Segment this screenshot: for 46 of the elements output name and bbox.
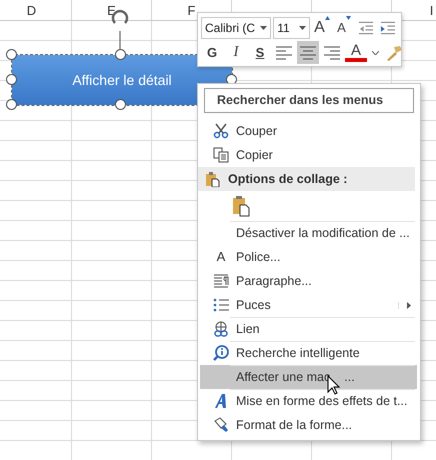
font-icon: A <box>216 247 226 267</box>
menu-item[interactable]: A Police... <box>200 245 417 269</box>
scissors-icon <box>213 123 229 139</box>
align-left-icon <box>275 44 293 60</box>
indent-icon <box>380 20 396 36</box>
grow-font-button[interactable]: A <box>312 16 332 39</box>
resize-handle[interactable] <box>6 99 17 110</box>
font-size-field[interactable]: 11 <box>273 16 310 38</box>
resize-handle[interactable] <box>6 49 17 60</box>
submenu-arrow-icon <box>407 302 411 308</box>
resize-handle[interactable] <box>6 74 17 85</box>
paint-shape-icon <box>213 417 229 433</box>
caret-icon <box>299 26 306 30</box>
shrink-font-button[interactable]: A <box>334 16 354 39</box>
align-center-button[interactable] <box>297 41 319 64</box>
search-field[interactable]: Rechercher dans les menus <box>204 88 414 113</box>
caret-icon <box>260 26 268 30</box>
align-center-icon <box>299 44 317 60</box>
menu-item[interactable]: Puces <box>200 293 417 317</box>
copy-icon <box>213 147 229 163</box>
section-header: Options de collage : <box>228 170 348 188</box>
menu-item[interactable]: Couper <box>200 119 417 143</box>
bullets-icon <box>213 297 229 313</box>
clipboard-icon <box>232 195 250 217</box>
column-header[interactable]: D <box>26 3 36 18</box>
resize-handle[interactable] <box>115 49 126 60</box>
font-color-button[interactable]: A <box>345 43 367 62</box>
menu-item[interactable]: Format de la forme... <box>200 413 417 437</box>
format-painter-icon <box>385 44 403 62</box>
font-name-field[interactable]: Calibri (C <box>201 16 272 38</box>
outdent-icon <box>358 20 374 36</box>
menu-item-text: ... <box>344 368 355 386</box>
column-header[interactable]: F <box>188 3 196 18</box>
menu-item[interactable]: Copier <box>200 143 417 167</box>
clipboard-icon <box>205 171 221 187</box>
globe-link-icon <box>213 321 229 337</box>
menu-item[interactable]: Paragraphe... <box>200 269 417 293</box>
caret-icon <box>372 50 378 54</box>
resize-handle[interactable] <box>115 99 126 110</box>
paragraph-icon <box>213 273 229 289</box>
magnifier-info-icon <box>213 345 229 361</box>
letter-icon <box>213 393 229 409</box>
menu-item[interactable]: Affecter une mac ... <box>200 365 417 389</box>
align-right-icon <box>323 44 341 60</box>
underline-button[interactable]: S <box>249 41 271 64</box>
column-header[interactable]: I <box>430 3 434 18</box>
